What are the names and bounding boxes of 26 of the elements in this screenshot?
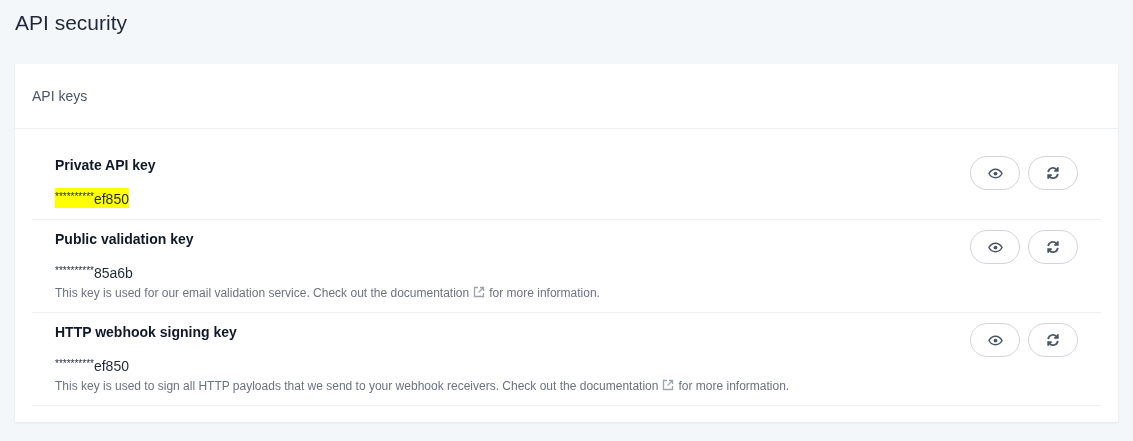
key-description: This key is used for our email validation service. Check out the documentation for more information.	[55, 285, 600, 301]
documentation-link[interactable]: documentation	[579, 379, 659, 393]
key-name: HTTP webhook signing key	[55, 323, 237, 341]
show-key-button[interactable]	[970, 230, 1020, 264]
card-title: API keys	[32, 86, 88, 106]
key-name: Public validation key	[55, 230, 194, 248]
eye-icon	[987, 334, 1003, 346]
key-value: $^{**********}$85a6b	[55, 264, 133, 282]
eye-icon	[987, 241, 1003, 253]
external-link-icon	[473, 286, 486, 298]
eye-icon	[987, 167, 1003, 179]
refresh-icon	[1046, 240, 1060, 254]
regenerate-key-button[interactable]	[1028, 323, 1078, 357]
regenerate-key-button[interactable]	[1028, 230, 1078, 264]
key-value: $^{**********}$ef850	[55, 188, 129, 208]
refresh-icon	[1046, 333, 1060, 347]
show-key-button[interactable]	[970, 156, 1020, 190]
documentation-link[interactable]: documentation	[390, 286, 470, 300]
page-title: API security	[15, 10, 129, 36]
show-key-button[interactable]	[970, 323, 1020, 357]
external-link-icon	[662, 379, 675, 391]
refresh-icon	[1046, 166, 1060, 180]
key-value: $^{**********}$ef850	[55, 357, 129, 375]
regenerate-key-button[interactable]	[1028, 156, 1078, 190]
key-description: This key is used to sign all HTTP payloads that we send to your webhook receivers. Check out the documentation for more information.	[55, 378, 790, 394]
key-name: Private API key	[55, 156, 156, 174]
